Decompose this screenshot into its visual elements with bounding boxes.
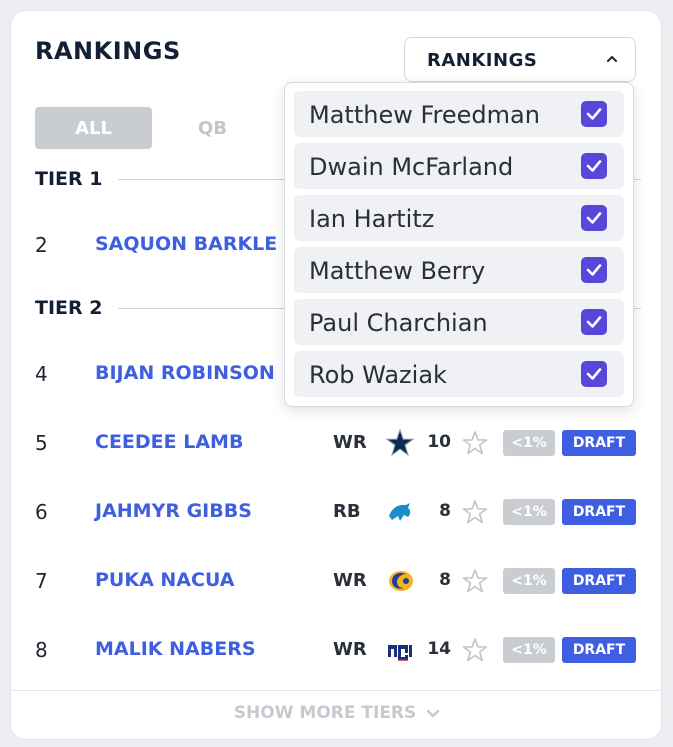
- player-position: WR: [333, 570, 367, 591]
- rams-logo-icon: [389, 571, 413, 591]
- player-position: WR: [333, 639, 367, 660]
- bye-week: 14: [427, 639, 451, 659]
- checkbox-checked-icon[interactable]: [581, 361, 607, 387]
- player-rank: 7: [35, 569, 48, 593]
- giants-logo-icon: [388, 645, 412, 661]
- table-row: 8 MALIK NABERS WR 14 <1% DRAFT: [11, 630, 661, 670]
- dropdown-item[interactable]: Ian Hartitz: [294, 195, 624, 241]
- player-name-link[interactable]: CEEDEE LAMB: [95, 431, 243, 453]
- chevron-down-icon: [426, 709, 440, 718]
- footer-divider: [11, 690, 661, 691]
- checkbox-checked-icon[interactable]: [581, 309, 607, 335]
- page-title: RANKINGS: [35, 37, 181, 65]
- draft-button[interactable]: DRAFT: [562, 430, 636, 456]
- draft-button[interactable]: DRAFT: [562, 637, 636, 663]
- ownership-badge: <1%: [503, 568, 555, 594]
- player-name-link[interactable]: BIJAN ROBINSON: [95, 362, 275, 384]
- rankings-select-label: RANKINGS: [427, 50, 538, 71]
- star-icon[interactable]: [462, 568, 488, 594]
- bye-week: 10: [427, 432, 451, 452]
- lions-logo-icon: [389, 503, 411, 521]
- tier-name: TIER 2: [35, 297, 103, 319]
- expert-name: Matthew Freedman: [309, 101, 540, 129]
- player-position: RB: [333, 501, 361, 522]
- draft-button[interactable]: DRAFT: [562, 568, 636, 594]
- table-row: 6 JAHMYR GIBBS RB 8 <1% DRAFT: [11, 492, 661, 532]
- draft-button[interactable]: DRAFT: [562, 499, 636, 525]
- checkbox-checked-icon[interactable]: [581, 257, 607, 283]
- star-icon[interactable]: [462, 499, 488, 525]
- expert-name: Dwain McFarland: [309, 153, 514, 181]
- expert-name: Paul Charchian: [309, 309, 488, 337]
- chevron-up-icon: [607, 56, 617, 62]
- tier-name: TIER 1: [35, 168, 103, 190]
- ownership-badge: <1%: [503, 430, 555, 456]
- star-icon[interactable]: [462, 430, 488, 456]
- cowboys-logo-icon: [386, 429, 414, 457]
- rankings-select[interactable]: RANKINGS: [404, 37, 636, 82]
- show-more-label: SHOW MORE TIERS: [233, 703, 417, 723]
- player-name-link[interactable]: PUKA NACUA: [95, 569, 235, 591]
- expert-name: Matthew Berry: [309, 257, 486, 285]
- bye-week: 8: [439, 501, 451, 521]
- player-rank: 2: [35, 233, 48, 257]
- dropdown-item[interactable]: Dwain McFarland: [294, 143, 624, 189]
- player-name-link[interactable]: JAHMYR GIBBS: [95, 500, 252, 522]
- position-tabs: ALL QB: [35, 107, 227, 149]
- dropdown-item[interactable]: Paul Charchian: [294, 299, 624, 345]
- player-position: WR: [333, 432, 367, 453]
- dropdown-item[interactable]: Matthew Freedman: [294, 91, 624, 137]
- tab-qb[interactable]: QB: [198, 118, 227, 139]
- checkbox-checked-icon[interactable]: [581, 205, 607, 231]
- checkbox-checked-icon[interactable]: [581, 153, 607, 179]
- expert-name: Ian Hartitz: [309, 205, 435, 233]
- player-name-link[interactable]: SAQUON BARKLE: [95, 233, 277, 255]
- ownership-badge: <1%: [503, 499, 555, 525]
- tab-all[interactable]: ALL: [35, 107, 152, 149]
- player-rank: 8: [35, 638, 48, 662]
- show-more-tiers-button[interactable]: SHOW MORE TIERS: [11, 703, 661, 723]
- star-icon[interactable]: [462, 637, 488, 663]
- dropdown-item[interactable]: Matthew Berry: [294, 247, 624, 293]
- table-row: 5 CEEDEE LAMB WR 10 <1% DRAFT: [11, 423, 661, 463]
- player-rank: 5: [35, 431, 48, 455]
- bye-week: 8: [439, 570, 451, 590]
- table-row: 7 PUKA NACUA WR 8 <1% DRAFT: [11, 561, 661, 601]
- dropdown-item[interactable]: Rob Waziak: [294, 351, 624, 397]
- expert-name: Rob Waziak: [309, 361, 447, 389]
- rankings-dropdown-menu: Matthew Freedman Dwain McFarland Ian Har…: [284, 82, 634, 407]
- ownership-badge: <1%: [503, 637, 555, 663]
- player-name-link[interactable]: MALIK NABERS: [95, 638, 256, 660]
- player-rank: 6: [35, 500, 48, 524]
- player-rank: 4: [35, 362, 48, 386]
- checkbox-checked-icon[interactable]: [581, 101, 607, 127]
